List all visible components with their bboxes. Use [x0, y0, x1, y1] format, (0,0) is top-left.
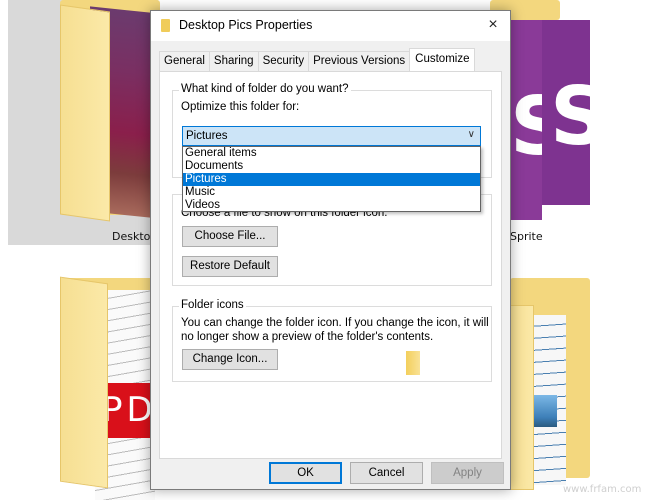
folder-type-dropdown-list: General items Documents Pictures Music V…	[182, 146, 481, 212]
change-icon-button[interactable]: Change Icon...	[182, 349, 278, 370]
restore-default-button[interactable]: Restore Default	[182, 256, 278, 277]
folder-front-icon	[60, 4, 110, 222]
tab-general[interactable]: General	[159, 51, 210, 71]
folder-label: Sprite	[510, 230, 543, 243]
cancel-button[interactable]: Cancel	[350, 462, 423, 484]
tab-sharing[interactable]: Sharing	[208, 51, 259, 71]
image-thumbnail	[533, 395, 557, 427]
folder-icons-description-line2: no longer show a preview of the folder's…	[181, 331, 434, 343]
option-music[interactable]: Music	[183, 186, 480, 199]
chevron-down-icon: ∨	[467, 129, 475, 140]
folder-preview-image: S	[510, 20, 568, 220]
tab-customize[interactable]: Customize	[409, 48, 476, 71]
close-button[interactable]: ×	[476, 11, 510, 41]
folder-preview-image: S	[542, 20, 608, 205]
group-title: Folder icons	[179, 299, 246, 311]
properties-dialog: Desktop Pics Properties × General Sharin…	[150, 10, 511, 490]
choose-file-button[interactable]: Choose File...	[182, 226, 278, 247]
folder-icons-description-line1: You can change the folder icon. If you c…	[181, 317, 489, 329]
ok-button[interactable]: OK	[269, 462, 342, 484]
group-title: What kind of folder do you want?	[179, 83, 351, 95]
optimize-label: Optimize this folder for:	[181, 101, 300, 113]
option-documents[interactable]: Documents	[183, 160, 480, 173]
watermark: www.frfam.com	[563, 484, 642, 495]
tab-bar: General Sharing Security Previous Versio…	[159, 48, 476, 71]
folder-front-icon	[60, 276, 108, 489]
title-bar[interactable]: Desktop Pics Properties ×	[151, 11, 510, 41]
option-pictures[interactable]: Pictures	[183, 173, 480, 186]
apply-button[interactable]: Apply	[431, 462, 504, 484]
folder-front-icon	[510, 305, 534, 490]
folder-icon	[161, 19, 170, 32]
option-videos[interactable]: Videos	[183, 199, 480, 212]
selected-value: Pictures	[186, 130, 228, 142]
folder-icon-preview	[406, 351, 420, 375]
dialog-title: Desktop Pics Properties	[179, 18, 313, 32]
folder-type-select[interactable]: Pictures ∨	[182, 126, 481, 146]
option-general-items[interactable]: General items	[183, 147, 480, 160]
tab-security[interactable]: Security	[257, 51, 310, 71]
tab-previous-versions[interactable]: Previous Versions	[308, 51, 411, 71]
